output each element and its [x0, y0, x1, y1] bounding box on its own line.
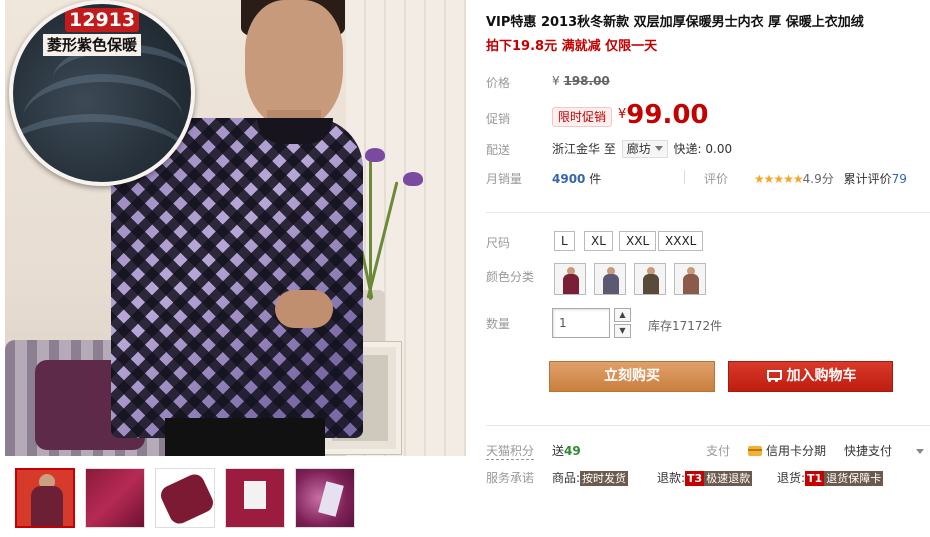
sales-label: 月销量: [486, 172, 523, 186]
destination-city: 廊坊: [626, 142, 651, 156]
t3-badge: T3: [685, 471, 705, 486]
color-swatch-2[interactable]: [594, 263, 626, 295]
service-refund[interactable]: 退款: T3 极速退款: [657, 469, 753, 486]
add-to-cart-label: 加入购物车: [786, 368, 857, 384]
flash-sale-badge: 限时促销: [552, 107, 613, 127]
return-guarantee-badge: 退货保障卡: [824, 471, 884, 486]
size-option-xxl[interactable]: XXL: [619, 231, 657, 251]
shipping-info: 浙江金华 至 廊坊 快递: 0.00: [552, 140, 732, 158]
iris-flower: [365, 148, 385, 162]
service-return[interactable]: 退货: T1 退货保障卡: [777, 469, 884, 486]
size-option-l[interactable]: L: [554, 231, 575, 251]
color-swatch-3[interactable]: [634, 263, 666, 295]
size-label: 尺码: [486, 236, 511, 250]
rating-summary: 评价 ★★★★★4.9分 累计评价79: [704, 170, 907, 187]
color-swatch-1[interactable]: [554, 263, 586, 295]
service-return-label: 退货:: [777, 471, 806, 485]
buy-now-button[interactable]: 立刻购买: [549, 361, 715, 392]
points-value: 送49: [552, 442, 581, 459]
promo-price-label: 促销: [486, 112, 511, 126]
thumbnail-1[interactable]: [15, 468, 75, 528]
size-option-xxxl[interactable]: XXXL: [658, 231, 704, 251]
service-goods[interactable]: 商品: 按时发货: [552, 469, 629, 486]
fabric-zoom-circle: 12913 菱形紫色保暖: [9, 0, 195, 186]
original-price-value: 198.00: [563, 74, 610, 88]
chevron-down-icon: [654, 146, 663, 151]
quantity-label: 数量: [486, 317, 511, 331]
review-total-label: 累计评价: [843, 172, 892, 186]
thumbnail-2[interactable]: [85, 468, 145, 528]
product-code-badge: 12913: [65, 8, 140, 32]
stock-count: 库存17172件: [648, 319, 723, 333]
ship-to-word: 至: [603, 142, 616, 156]
model-head: [245, 0, 343, 128]
thumbnail-5[interactable]: [295, 468, 355, 528]
add-to-cart-button[interactable]: 加入购物车: [728, 361, 893, 392]
divider: [684, 170, 685, 184]
on-time-shipping-badge: 按时发货: [580, 471, 629, 486]
service-label: 服务承诺: [486, 471, 535, 485]
cart-icon: [765, 369, 782, 382]
quantity-decrease-button[interactable]: ▼: [614, 324, 631, 338]
shipping-label: 配送: [486, 143, 511, 157]
color-swatch-4[interactable]: [674, 263, 706, 295]
express-fee: 快递: 0.00: [673, 142, 733, 156]
original-price: ¥ 198.00: [552, 74, 610, 88]
currency-symbol: ¥: [552, 74, 560, 88]
service-refund-label: 退款:: [657, 471, 686, 485]
credit-installment-label: 信用卡分期: [766, 444, 827, 458]
rating-score: 4.9分: [802, 172, 834, 186]
thumbnail-strip: [5, 458, 466, 537]
star-rating-icon: ★★★★★: [753, 172, 804, 186]
quantity-increase-button[interactable]: ▲: [614, 308, 631, 322]
promo-text: 拍下19.8元 满就减 仅限一天: [486, 39, 658, 54]
service-goods-label: 商品:: [552, 471, 581, 485]
main-product-image[interactable]: 12913 菱形紫色保暖: [5, 0, 466, 456]
model-hand: [275, 290, 333, 328]
chevron-down-icon[interactable]: [916, 449, 924, 454]
color-label: 颜色分类: [486, 270, 535, 284]
points-prefix: 送: [552, 444, 565, 458]
size-option-xl[interactable]: XL: [584, 231, 613, 251]
t1-badge: T1: [805, 471, 825, 486]
product-title: VIP特惠 2013秋冬新款 双层加厚保暖男士内衣 厚 保暖上衣加绒: [486, 15, 864, 30]
sales-unit: 件: [589, 172, 602, 186]
model-pants: [165, 418, 325, 456]
divider: [486, 212, 930, 213]
payment-label: 支付: [706, 444, 731, 458]
price-label: 价格: [486, 76, 511, 90]
thumbnail-3[interactable]: [155, 468, 215, 528]
review-total-link[interactable]: 累计评价79: [844, 172, 907, 186]
credit-installment-link[interactable]: 信用卡分期: [748, 442, 826, 459]
current-price: ¥99.00: [618, 100, 709, 130]
thumbnail-4[interactable]: [225, 468, 285, 528]
ship-from: 浙江金华: [552, 142, 601, 156]
points-number: 49: [564, 444, 581, 458]
current-price-value: 99.00: [626, 100, 709, 130]
review-count: 79: [891, 172, 907, 186]
credit-card-icon: [748, 446, 762, 456]
quantity-input[interactable]: [552, 308, 610, 338]
monthly-sales: 4900 件: [552, 170, 601, 187]
destination-city-select[interactable]: 廊坊: [621, 140, 668, 158]
quick-pay-link[interactable]: 快捷支付: [844, 442, 892, 459]
fast-refund-badge: 极速退款: [704, 471, 753, 486]
fabric-caption: 菱形紫色保暖: [43, 34, 142, 56]
rating-label: 评价: [704, 172, 729, 186]
tmall-points-label[interactable]: 天猫积分: [486, 442, 535, 460]
product-info-panel: VIP特惠 2013秋冬新款 双层加厚保暖男士内衣 厚 保暖上衣加绒 拍下19.…: [486, 0, 930, 537]
iris-flower: [403, 172, 423, 186]
sales-count: 4900: [552, 172, 586, 186]
divider: [486, 425, 930, 426]
